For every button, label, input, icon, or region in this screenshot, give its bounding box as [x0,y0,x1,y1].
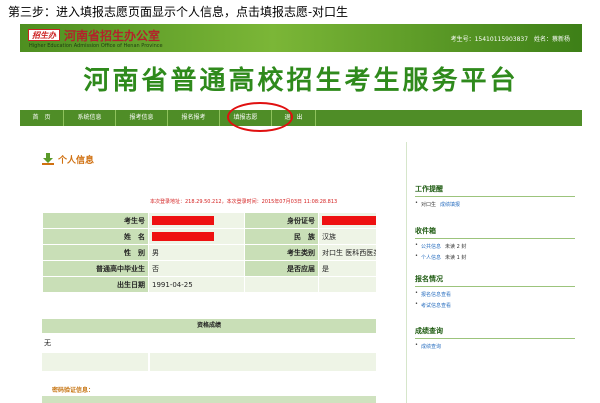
sidebar-score-query: 成绩查询 成绩查询 [415,326,575,350]
section-header: 个人信息 [42,152,94,166]
nav-exam-info[interactable]: 报考信息 [116,110,168,126]
sidebar-title: 成绩查询 [415,327,443,335]
sidebar-title: 工作提醒 [415,185,443,193]
label-current-year: 是否应届 [244,260,319,277]
item-link[interactable]: 报名信息查看 [421,292,451,298]
redaction-block [152,232,214,241]
value-ethnicity: 汉族 [318,228,377,245]
banner-title: 河南省普通高校招生考生服务平台 [83,66,519,96]
sidebar-registration: 报名情况 报名信息查看 考试信息查看 [415,274,575,309]
list-item[interactable]: 对口生成绩填报 [415,200,575,208]
value-current-year: 是 [318,260,377,277]
sidebar-reminders: 工作提醒 对口生成绩填报 [415,184,575,208]
nav-registration[interactable]: 报名报考 [168,110,220,126]
score-row [42,353,376,371]
label-name: 姓 名 [42,228,149,245]
item-link[interactable]: 成绩填报 [440,202,460,208]
redaction-block [152,216,214,225]
empty-cell [244,276,319,293]
label-category: 考生类别 [244,244,319,261]
label-id-number: 身份证号 [244,212,319,229]
sidebar: 工作提醒 对口生成绩填报 收件箱 公共信息未读 2 封 个人信息未读 1 封 报… [406,142,576,403]
list-item[interactable]: 考试信息查看 [415,301,575,309]
list-item[interactable]: 成绩查询 [415,342,575,350]
logo-title: 河南省招生办公室 [64,29,161,43]
empty-cell [318,276,377,293]
verify-box [42,396,376,403]
nav-bar: 首 页 系统信息 报考信息 报名报考 填报志愿 退 出 [20,110,582,126]
logo-subtitle: Higher Education Admission Office of Hen… [29,43,163,49]
list-item[interactable]: 个人信息未读 1 封 [415,253,575,261]
sidebar-title: 收件箱 [415,227,436,235]
score-value: 无 [44,339,51,347]
label-gender: 性 别 [42,244,149,261]
logo: 招生办 河南省招生办公室 Higher Education Admission … [28,27,188,51]
divider [415,286,575,287]
nav-home[interactable]: 首 页 [20,110,64,126]
value-name [148,228,245,245]
top-strip: 招生办 河南省招生办公室 Higher Education Admission … [20,24,582,52]
score-header: 资格成绩 [42,319,376,333]
label-birth-date: 出生日期 [42,276,149,293]
list-item[interactable]: 报名信息查看 [415,290,575,298]
divider [415,238,575,239]
value-category: 对口生 医科西医类 [318,244,377,261]
nav-system-info[interactable]: 系统信息 [64,110,116,126]
redaction-block [322,216,376,225]
value-gender: 男 [148,244,245,261]
banner: 河南省普通高校招生考生服务平台 [20,52,582,100]
sidebar-title: 报名情况 [415,275,443,283]
personal-info-table: 考生号 身份证号 姓 名 民 族 汉族 性 别 男 考生类别 对口生 医科西医类… [42,212,377,293]
table-row: 性 别 男 考生类别 对口生 医科西医类 [42,244,377,261]
table-row: 出生日期 1991-04-25 [42,276,377,293]
download-arrow-icon [42,153,54,165]
empty-cell [150,353,376,371]
password-verify-label: 密码验证信息： [52,387,95,394]
candidate-name: 姓名：蔡新杨 [533,36,570,43]
list-item[interactable]: 公共信息未读 2 封 [415,242,575,250]
sidebar-inbox: 收件箱 公共信息未读 2 封 个人信息未读 1 封 [415,226,575,261]
divider [415,338,575,339]
candidate-number: 考生号：15410115903837 [450,36,529,43]
table-row: 考生号 身份证号 [42,212,377,229]
value-hs-graduate: 否 [148,260,245,277]
table-row: 普通高中毕业生 否 是否应届 是 [42,260,377,277]
item-link[interactable]: 成绩查询 [421,344,441,350]
value-id-number [318,212,377,229]
divider [415,196,575,197]
logo-badge: 招生办 [28,29,60,41]
label-hs-graduate: 普通高中毕业生 [42,260,149,277]
item-link[interactable]: 考试信息查看 [421,303,451,309]
item-key[interactable]: 公共信息 [421,244,441,250]
portal-window: 招生办 河南省招生办公室 Higher Education Admission … [20,24,582,403]
item-value: 未读 1 封 [445,255,467,261]
login-info: 本次登录地址：218.29.50.212，本次登录时间：2015年07月03日 … [150,199,338,205]
table-row: 姓 名 民 族 汉族 [42,228,377,245]
highlight-circle [227,102,293,132]
main-content: 个人信息 本次登录地址：218.29.50.212，本次登录时间：2015年07… [20,142,400,403]
label-ethnicity: 民 族 [244,228,319,245]
item-value: 未读 2 封 [445,244,467,250]
document-caption: 第三步：进入填报志愿页面显示个人信息，点击填报志愿-对口生 [8,5,349,19]
item-key: 对口生 [421,202,437,208]
item-key[interactable]: 个人信息 [421,255,441,261]
value-candidate-no [148,212,245,229]
user-info: 考生号：15410115903837 姓名：蔡新杨 [447,34,570,43]
value-birth-date: 1991-04-25 [148,276,245,293]
page-title: 个人信息 [58,155,95,166]
label-candidate-no: 考生号 [42,212,149,229]
empty-cell [42,353,148,371]
